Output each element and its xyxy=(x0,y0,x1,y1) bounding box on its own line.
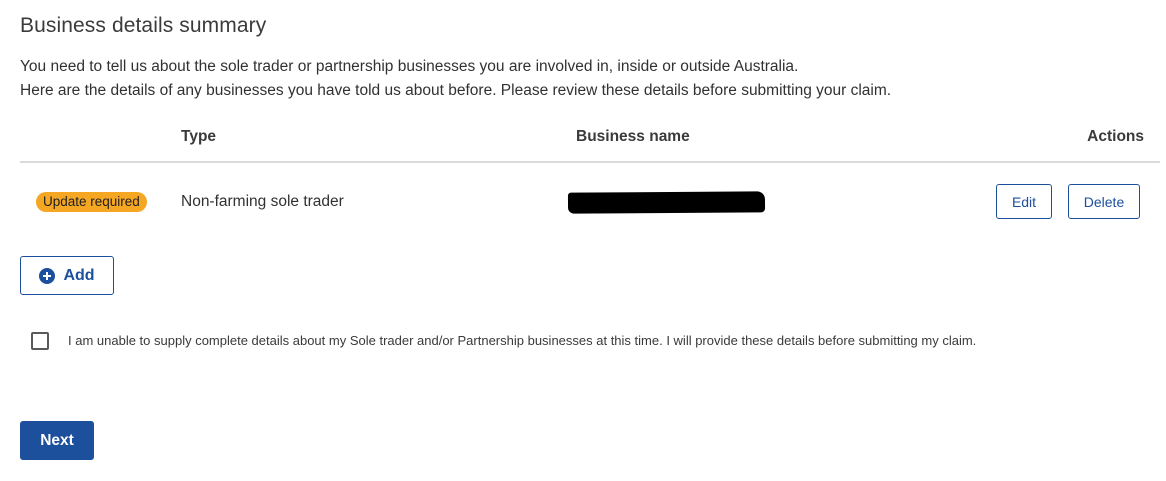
unable-to-supply-label[interactable]: I am unable to supply complete details a… xyxy=(68,333,976,348)
column-header-business-name: Business name xyxy=(576,128,690,145)
intro-line: You need to tell us about the sole trade… xyxy=(20,58,799,75)
intro-line: Here are the details of any businesses y… xyxy=(20,82,892,99)
status-badge: Update required xyxy=(36,192,147,212)
add-button-label: Add xyxy=(63,266,95,284)
intro-text: You need to tell us about the sole trade… xyxy=(20,55,891,103)
table-header-divider xyxy=(20,161,1160,163)
business-type-cell: Non-farming sole trader xyxy=(181,193,344,210)
add-business-button[interactable]: Add xyxy=(20,256,114,295)
page-title: Business details summary xyxy=(20,14,267,37)
delete-button[interactable]: Delete xyxy=(1068,184,1140,219)
plus-circle-icon xyxy=(39,267,56,284)
column-header-type: Type xyxy=(181,128,217,145)
edit-button[interactable]: Edit xyxy=(996,184,1052,219)
column-header-actions: Actions xyxy=(1087,128,1144,145)
unable-to-supply-checkbox[interactable] xyxy=(31,332,49,350)
redacted-business-name xyxy=(567,191,766,214)
next-button[interactable]: Next xyxy=(20,421,94,460)
